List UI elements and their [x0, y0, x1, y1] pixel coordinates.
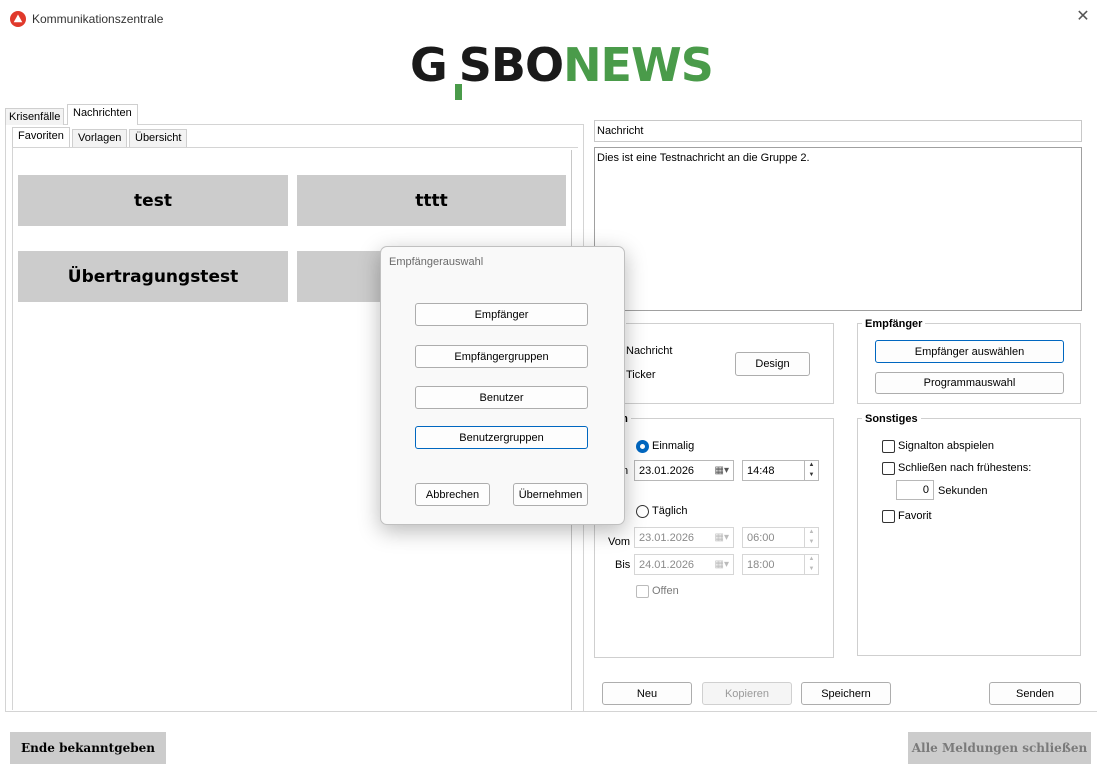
dialog-benutzer-button[interactable]: Benutzer: [415, 386, 588, 409]
programmauswahl-button[interactable]: Programmauswahl: [875, 372, 1064, 394]
schliessen-label: Schließen nach frühestens:: [898, 462, 1032, 474]
dialog-title: Empfängerauswahl: [389, 256, 484, 268]
vom-date-value: 23.01.2026: [639, 531, 695, 544]
einmalig-label: Einmalig: [652, 440, 695, 452]
bis-date-value: 24.01.2026: [639, 558, 695, 571]
dialog-empfaenger-button[interactable]: Empfänger: [415, 303, 588, 326]
tab-vorlagen[interactable]: Vorlagen: [72, 129, 128, 147]
time-spinner[interactable]: ▲ ▼: [804, 461, 818, 480]
tab-favoriten[interactable]: Favoriten: [12, 127, 70, 147]
alle-meldungen-schliessen-button[interactable]: Alle Meldungen schließen: [908, 732, 1091, 764]
speichern-button[interactable]: Speichern: [801, 682, 891, 705]
spin-up-icon[interactable]: ▲: [805, 461, 818, 471]
option-ticker-label[interactable]: Ticker: [626, 369, 656, 381]
dialog-empfaengergruppen-button[interactable]: Empfängergruppen: [415, 345, 588, 368]
sonstiges-group: [857, 418, 1081, 656]
seconds-label: Sekunden: [938, 485, 988, 497]
bis-time-value: 18:00: [747, 558, 775, 571]
seconds-input[interactable]: 0: [896, 480, 934, 500]
einmalig-date-value: 23.01.2026: [639, 464, 695, 477]
bis-label: Bis: [615, 559, 631, 571]
signalton-checkbox[interactable]: [882, 440, 895, 453]
logo-i-mark: [455, 84, 462, 100]
vom-time-value: 06:00: [747, 531, 775, 544]
taeglich-radio[interactable]: [636, 505, 649, 518]
ende-bekanntgeben-button[interactable]: Ende bekanntgeben: [10, 732, 166, 764]
design-button[interactable]: Design: [735, 352, 810, 376]
kopieren-button[interactable]: Kopieren: [702, 682, 792, 705]
einmalig-radio[interactable]: [636, 440, 649, 453]
time-spinner[interactable]: ▲ ▼: [804, 528, 818, 547]
spin-down-icon[interactable]: ▼: [805, 538, 818, 548]
einmalig-date-picker[interactable]: 23.01.2026 ▦▾: [634, 460, 734, 481]
bottom-divider: [5, 711, 1097, 712]
einmalig-time-value: 14:48: [747, 464, 775, 477]
favorite-tile[interactable]: tttt: [297, 175, 566, 226]
bis-time-field[interactable]: 18:00 ▲ ▼: [742, 554, 819, 575]
tab-nachrichten[interactable]: Nachrichten: [67, 104, 138, 125]
message-body-textarea[interactable]: Dies ist eine Testnachricht an die Grupp…: [594, 147, 1082, 311]
offen-checkbox[interactable]: [636, 585, 649, 598]
window-title: Kommunikationszentrale: [32, 12, 164, 26]
tab-uebersicht[interactable]: Übersicht: [129, 129, 188, 147]
spin-up-icon[interactable]: ▲: [805, 528, 818, 538]
vom-time-field[interactable]: 06:00 ▲ ▼: [742, 527, 819, 548]
spin-down-icon[interactable]: ▼: [805, 565, 818, 575]
neu-button[interactable]: Neu: [602, 682, 692, 705]
dialog-benutzergruppen-button[interactable]: Benutzergruppen: [415, 426, 588, 449]
spin-up-icon[interactable]: ▲: [805, 555, 818, 565]
calendar-dropdown-icon[interactable]: ▦▾: [715, 559, 729, 570]
favorit-checkbox[interactable]: [882, 510, 895, 523]
tab-krisenfaelle[interactable]: Krisenfälle: [5, 108, 65, 125]
spin-down-icon[interactable]: ▼: [805, 471, 818, 481]
empfaenger-group-title: Empfänger: [862, 318, 926, 330]
einmalig-time-field[interactable]: 14:48 ▲ ▼: [742, 460, 819, 481]
dialog-abbrechen-button[interactable]: Abbrechen: [415, 483, 490, 506]
title-bar: [0, 0, 1102, 36]
empfaenger-auswaehlen-button[interactable]: Empfänger auswählen: [875, 340, 1064, 363]
subject-input[interactable]: [594, 120, 1082, 142]
favorit-label: Favorit: [898, 510, 932, 522]
close-icon[interactable]: ✕: [1074, 8, 1092, 26]
senden-button[interactable]: Senden: [989, 682, 1081, 705]
offen-label: Offen: [652, 585, 679, 597]
vom-date-picker[interactable]: 23.01.2026 ▦▾: [634, 527, 734, 548]
favorite-tile[interactable]: Übertragungstest: [18, 251, 288, 302]
calendar-dropdown-icon[interactable]: ▦▾: [715, 465, 729, 476]
signalton-label: Signalton abspielen: [898, 440, 995, 452]
app-warning-icon: [10, 11, 26, 27]
favorite-tile[interactable]: test: [18, 175, 288, 226]
dialog-uebernehmen-button[interactable]: Übernehmen: [513, 483, 588, 506]
option-nachricht-label[interactable]: Nachricht: [626, 345, 672, 357]
time-spinner[interactable]: ▲ ▼: [804, 555, 818, 574]
schliessen-checkbox[interactable]: [882, 462, 895, 475]
sonstiges-group-title: Sonstiges: [862, 413, 921, 425]
bis-date-picker[interactable]: 24.01.2026 ▦▾: [634, 554, 734, 575]
vom-label: Vom: [608, 536, 631, 548]
calendar-dropdown-icon[interactable]: ▦▾: [715, 532, 729, 543]
taeglich-label: Täglich: [652, 505, 688, 517]
